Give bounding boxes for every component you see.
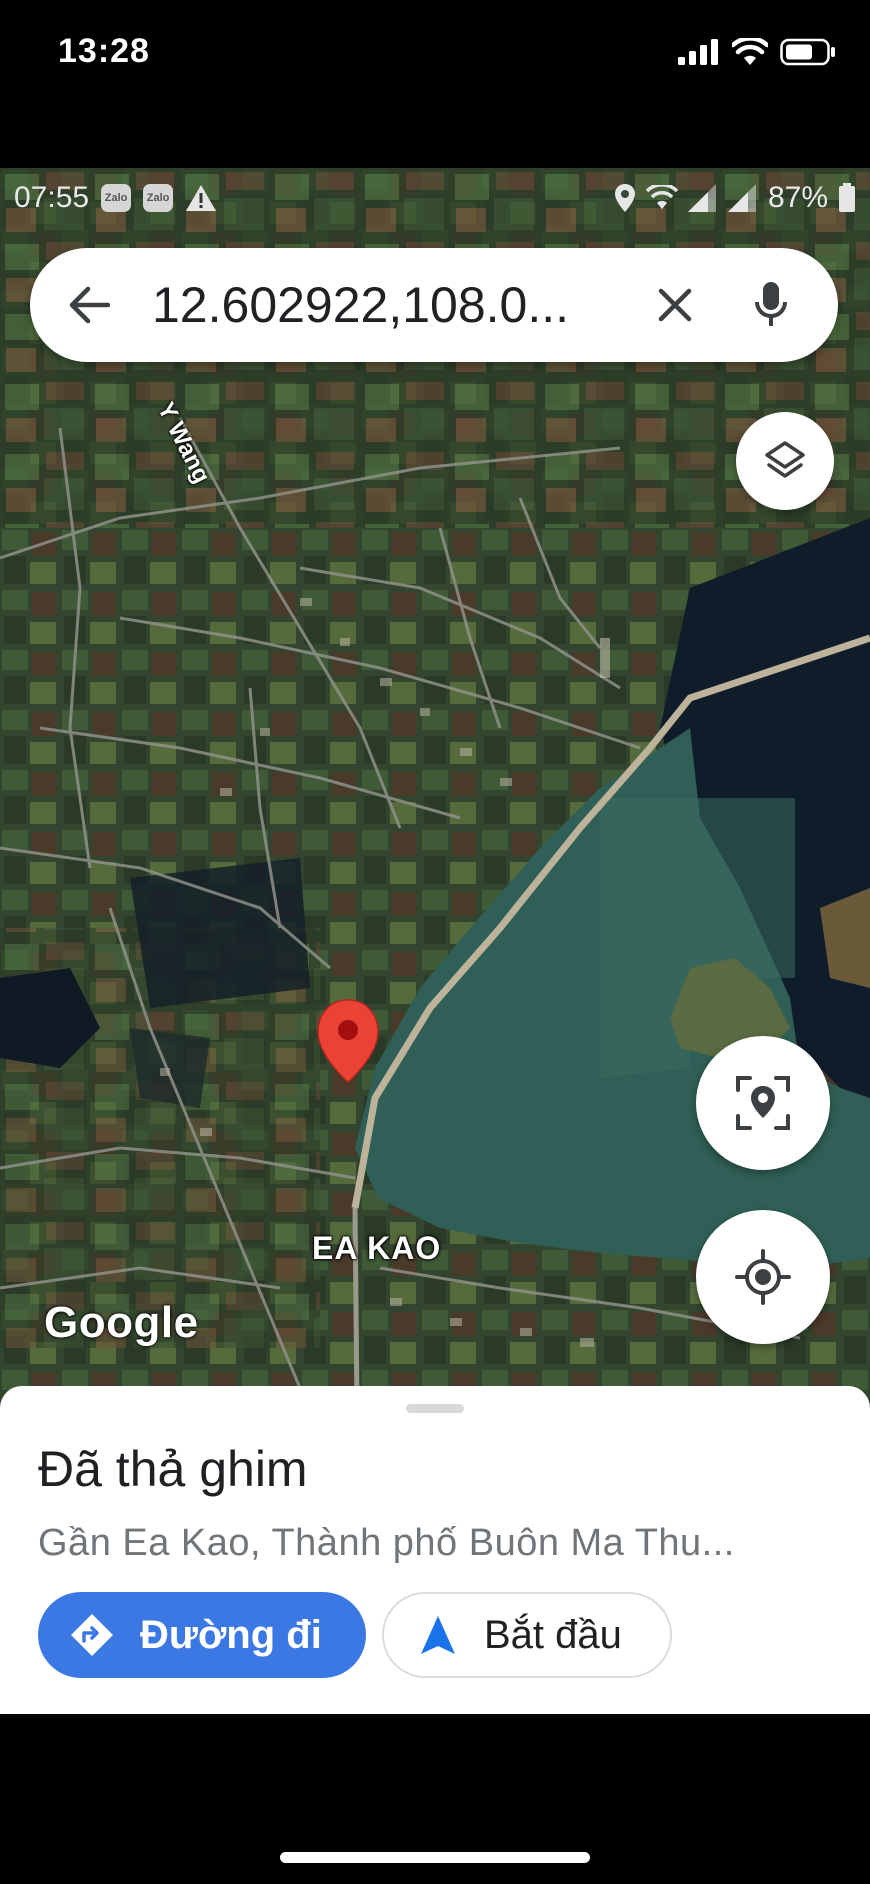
search-bar[interactable]: 12.602922,108.0... [30, 248, 838, 362]
zalo-notification-icon: Zalo [143, 184, 174, 212]
battery-icon [839, 183, 855, 212]
ios-status-icons [678, 38, 836, 66]
back-arrow-icon[interactable] [60, 277, 116, 333]
microphone-icon[interactable] [740, 274, 802, 336]
clear-icon[interactable] [646, 276, 704, 334]
google-watermark: Google [44, 1298, 199, 1347]
sheet-drag-handle[interactable] [406, 1404, 464, 1413]
battery-icon [780, 38, 835, 66]
cellular-signal-icon [687, 184, 716, 212]
wifi-icon [645, 185, 678, 209]
navigation-arrow-icon [421, 1616, 455, 1654]
layers-icon [765, 441, 805, 478]
place-label: EA KAO [312, 1230, 442, 1266]
directions-button[interactable]: Đường đi [38, 1592, 366, 1678]
zalo-notification-icon: Zalo [101, 184, 132, 212]
place-title: Đã thả ghim [38, 1441, 308, 1497]
start-navigation-button[interactable]: Bắt đầu [382, 1592, 672, 1678]
my-location-button[interactable] [696, 1210, 830, 1344]
start-label: Bắt đầu [484, 1612, 622, 1657]
android-clock: 07:55 [14, 181, 90, 214]
location-icon [614, 184, 635, 212]
pin-frame-icon [736, 1076, 790, 1130]
directions-label: Đường đi [140, 1612, 322, 1657]
android-status-bar: 07:55 Zalo Zalo 87% [0, 168, 870, 228]
warning-icon [186, 185, 217, 211]
ios-clock: 13:28 [58, 32, 150, 70]
wifi-icon [732, 38, 768, 65]
cellular-signal-icon [678, 39, 718, 65]
place-bottom-sheet[interactable]: Đã thả ghim Gần Ea Kao, Thành phố Buôn M… [0, 1386, 870, 1714]
directions-icon [71, 1614, 113, 1656]
location-focus-button[interactable] [696, 1036, 830, 1170]
search-query[interactable]: 12.602922,108.0... [152, 276, 612, 334]
cellular-signal-icon [727, 184, 756, 212]
battery-percentage: 87% [767, 181, 828, 214]
layers-button[interactable] [736, 412, 834, 510]
my-location-icon [735, 1249, 791, 1305]
maps-screenshot: 07:55 Zalo Zalo 87% 12.602922,108.0... Y… [0, 168, 870, 1714]
home-indicator[interactable] [280, 1852, 590, 1863]
ios-status-bar: 13:28 [0, 0, 870, 168]
place-address: Gần Ea Kao, Thành phố Buôn Ma Thu... [38, 1522, 735, 1564]
